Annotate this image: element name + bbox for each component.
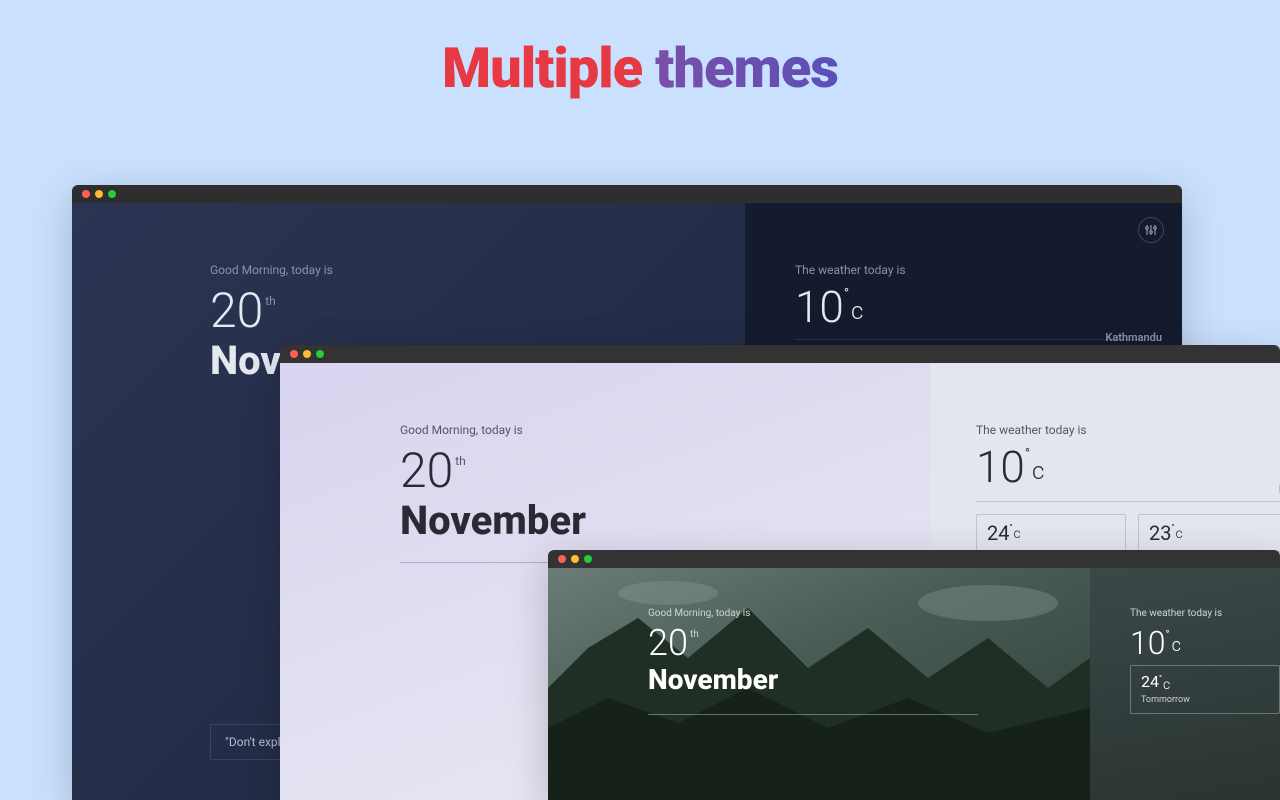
weather-panel: The weather today is 10 ° c 24 ° c Tommo…: [1090, 568, 1280, 800]
day-ordinal: th: [690, 630, 699, 640]
temperature-value: 10: [1130, 627, 1166, 659]
sliders-icon: [1145, 224, 1157, 236]
maximize-icon[interactable]: [584, 555, 592, 563]
temperature-value: 10: [795, 285, 844, 329]
greeting-text: Good Morning, today is: [400, 423, 930, 437]
forecast-unit: c: [1175, 527, 1182, 541]
greeting-text: Good Morning, today is: [648, 608, 1090, 619]
forecast-card[interactable]: 24 ° c: [976, 514, 1126, 552]
main-panel: Good Morning, today is 20 th November 08…: [548, 568, 1090, 800]
weather-label: The weather today is: [1130, 608, 1280, 619]
forecast-row: 24 ° c 23 ° c: [976, 514, 1280, 552]
minimize-icon[interactable]: [95, 190, 103, 198]
headline-word1: Multiple: [442, 35, 642, 101]
temperature-display: 10 ° c: [795, 285, 1182, 329]
divider: [976, 501, 1280, 502]
titlebar: [72, 185, 1182, 203]
forecast-temp: 24: [987, 523, 1009, 543]
weather-label: The weather today is: [976, 423, 1280, 437]
date-display: 20 th: [400, 447, 930, 495]
temperature-display: 10 ° c: [976, 445, 1280, 489]
day-ordinal: th: [455, 455, 466, 467]
headline-word2: themes: [655, 35, 838, 101]
temperature-value: 10: [976, 445, 1025, 489]
temperature-unit: c: [1032, 459, 1044, 483]
forecast-card[interactable]: 23 ° c: [1138, 514, 1280, 552]
forecast-unit: c: [1163, 678, 1170, 692]
date-display: 20 th: [648, 625, 1090, 661]
page-headline: Multiple themes: [0, 0, 1280, 101]
divider: [648, 714, 978, 715]
city-name: Kathmandu: [1105, 331, 1162, 344]
day-ordinal: th: [265, 295, 276, 307]
weather-label: The weather today is: [795, 263, 1182, 277]
window-image-theme: Good Morning, today is 20 th November 08…: [548, 550, 1280, 800]
minimize-icon[interactable]: [303, 350, 311, 358]
month-name: November: [648, 663, 1090, 696]
date-display: 20 th: [210, 287, 745, 335]
day-number: 20: [648, 625, 688, 661]
maximize-icon[interactable]: [108, 190, 116, 198]
close-icon[interactable]: [558, 555, 566, 563]
settings-button[interactable]: [1138, 217, 1164, 243]
titlebar: [280, 345, 1280, 363]
month-name: November: [400, 497, 930, 544]
minimize-icon[interactable]: [571, 555, 579, 563]
close-icon[interactable]: [82, 190, 90, 198]
forecast-unit: c: [1013, 527, 1020, 541]
forecast-temp: 24: [1141, 674, 1159, 690]
day-number: 20: [400, 447, 453, 495]
temperature-unit: c: [851, 299, 863, 323]
day-number: 20: [210, 287, 263, 335]
close-icon[interactable]: [290, 350, 298, 358]
greeting-text: Good Morning, today is: [210, 263, 745, 277]
temperature-unit: c: [1172, 637, 1181, 655]
maximize-icon[interactable]: [316, 350, 324, 358]
divider: [795, 339, 1145, 340]
titlebar: [548, 550, 1280, 568]
quote-box: "Don't explain: [210, 724, 290, 760]
forecast-card[interactable]: 24 ° c Tommorrow: [1130, 665, 1280, 714]
forecast-temp: 23: [1149, 523, 1171, 543]
temperature-display: 10 ° c: [1130, 627, 1280, 659]
forecast-day: Tommorrow: [1141, 695, 1269, 705]
